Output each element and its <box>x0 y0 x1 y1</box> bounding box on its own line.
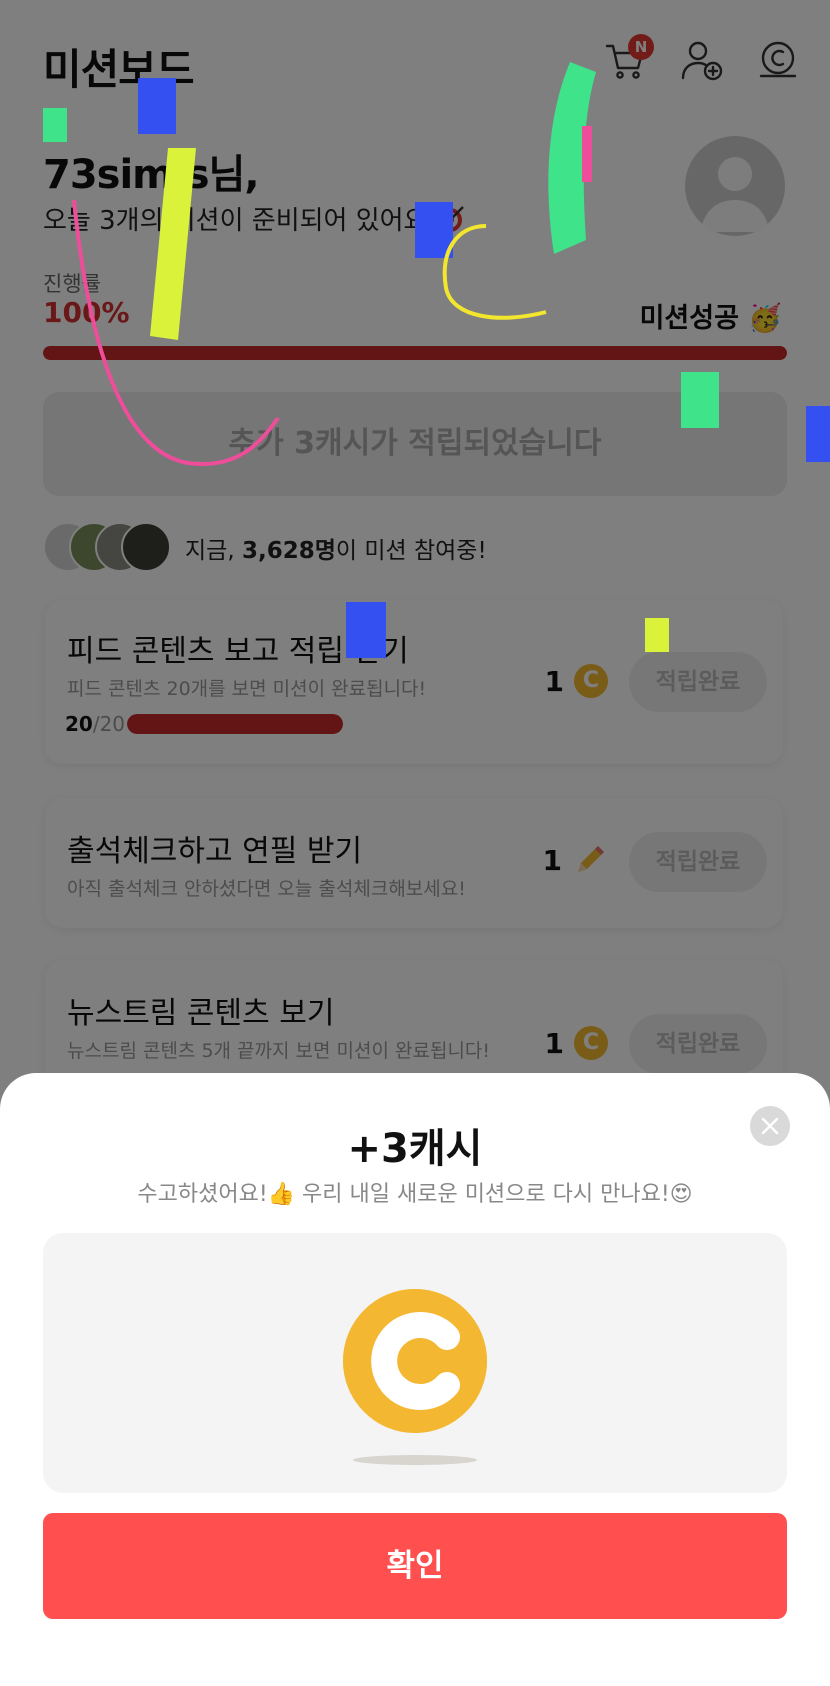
coin-shadow <box>353 1455 477 1465</box>
confetti-piece <box>43 108 67 142</box>
confetti-piece <box>645 618 669 652</box>
confetti <box>43 62 830 658</box>
confetti-piece <box>150 148 196 340</box>
modal-subtitle: 수고하셨어요!👍 우리 내일 새로운 미션으로 다시 만나요!😍 <box>137 1182 693 1207</box>
confirm-button[interactable]: 확인 <box>43 1513 787 1619</box>
coin-icon <box>343 1289 487 1433</box>
modal-title: +3캐시 <box>347 1126 483 1172</box>
confetti-piece <box>346 602 386 658</box>
close-button[interactable] <box>750 1106 790 1146</box>
confetti-piece <box>138 78 176 134</box>
reward-visual <box>43 1233 787 1493</box>
confetti-piece <box>582 126 592 182</box>
confetti-piece <box>806 406 830 462</box>
confetti-piece <box>442 224 547 320</box>
reward-modal: +3캐시 수고하셨어요!👍 우리 내일 새로운 미션으로 다시 만나요!😍 확인 <box>0 1073 830 1686</box>
confetti-piece <box>681 372 719 428</box>
close-icon <box>761 1117 779 1135</box>
